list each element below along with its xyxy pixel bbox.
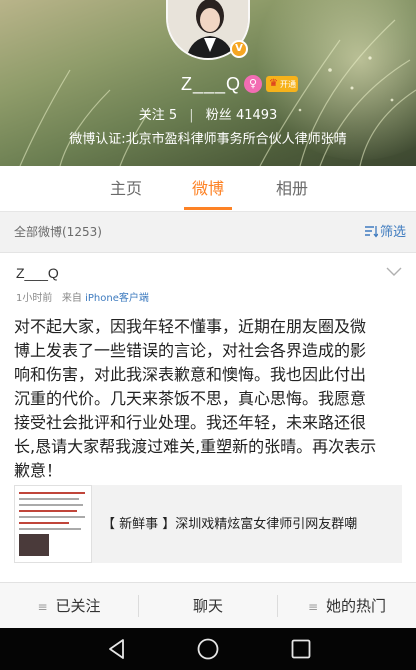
- bottom-action-bar: ≡ 已关注 聊天 ≡ 她的热门: [0, 582, 416, 628]
- fans-label: 粉丝: [205, 108, 232, 123]
- post-text-line: 长,恳请大家帮我渡过难关,重塑新的张晴。再次表示: [14, 437, 377, 456]
- post-card[interactable]: Z___Q 1小时前 来自 iPhone客户端 对不起大家，因我年轻不懂事，近期…: [0, 252, 416, 582]
- vip-badge-label: 开通: [280, 80, 296, 89]
- filter-button-label: 筛选: [379, 225, 406, 240]
- follow-count: 5: [168, 108, 178, 123]
- menu-icon: ≡: [37, 600, 48, 614]
- shared-link-card[interactable]: 【 新鲜事 】深圳戏精炫富女律师引网友群嘲: [14, 485, 402, 563]
- her-hot-button[interactable]: ≡ 她的热门: [278, 583, 416, 629]
- profile-stats: 关注 5 | 粉丝 41493: [0, 104, 416, 123]
- system-nav-bar: [0, 628, 416, 670]
- follow-label: 关注: [138, 108, 165, 123]
- weibo-profile-screen: V Z___Q ♀ ♛ 开通 关注 5 | 粉丝 41493 微博认证:北京市盈…: [0, 0, 416, 670]
- chat-button[interactable]: 聊天: [139, 583, 277, 629]
- menu-icon: ≡: [307, 600, 319, 614]
- post-text-line: 对不起大家，因我年轻不懂事，近期在朋友圈及微: [14, 317, 367, 336]
- post-text: 对不起大家，因我年轻不懂事，近期在朋友圈及微 博上发表了一些错误的言论，对社会各…: [14, 315, 408, 483]
- shared-link-title: 【 新鲜事 】深圳戏精炫富女律师引网友群嘲: [102, 517, 358, 532]
- verification-text: 微博认证:北京市盈科律师事务所合伙人律师张晴: [69, 132, 347, 147]
- stat-divider: |: [189, 108, 194, 123]
- crown-icon: ♛: [269, 78, 278, 89]
- profile-username: Z___Q: [181, 74, 242, 94]
- female-gender-icon: ♀: [244, 75, 262, 93]
- filter-bar: 全部微博(1253) 筛选: [0, 218, 416, 244]
- filter-button[interactable]: 筛选: [364, 221, 406, 240]
- all-weibo-count: 全部微博(1253): [14, 225, 102, 239]
- post-text-line: 接受社会批评和行业处理。我还年轻，未来路还很: [14, 413, 367, 432]
- profile-tabs: 主页 微博 相册: [0, 166, 416, 212]
- followed-button-label: 已关注: [55, 597, 101, 615]
- chevron-down-icon[interactable]: [386, 267, 402, 277]
- post-source-prefix: 来自: [61, 293, 82, 304]
- vip-badge[interactable]: ♛ 开通: [266, 76, 298, 92]
- followed-button[interactable]: ≡ 已关注: [0, 583, 138, 629]
- post-text-line: 歉意！: [14, 461, 63, 480]
- post-text-line: 沉重的代价。几天来茶饭不思，真心思悔。我愿意: [14, 389, 367, 408]
- filter-icon: [364, 226, 379, 238]
- post-source[interactable]: iPhone客户端: [85, 293, 149, 304]
- recent-apps-icon[interactable]: [290, 638, 312, 660]
- home-icon[interactable]: [197, 638, 219, 660]
- tab-home[interactable]: 主页: [96, 166, 156, 212]
- back-icon[interactable]: [106, 638, 128, 660]
- fans-count: 41493: [235, 108, 278, 123]
- tab-album[interactable]: 相册: [262, 166, 322, 212]
- her-hot-button-label: 她的热门: [326, 597, 387, 615]
- follow-stat[interactable]: 关注 5: [139, 104, 177, 123]
- post-author[interactable]: Z___Q: [16, 265, 59, 281]
- shared-link-thumbnail: [14, 485, 92, 563]
- tab-weibo[interactable]: 微博: [178, 166, 238, 212]
- post-meta: 1小时前 来自 iPhone客户端: [16, 289, 149, 304]
- post-time: 1小时前: [16, 293, 53, 304]
- post-text-line: 博上发表了一些错误的言论，对社会各界造成的影: [14, 341, 367, 360]
- post-text-line: 响和伤害，对此我深表歉意和懊悔。我也因此付出: [14, 365, 367, 384]
- fans-stat[interactable]: 粉丝 41493: [206, 104, 278, 123]
- profile-header: V Z___Q ♀ ♛ 开通 关注 5 | 粉丝 41493 微博认证:北京市盈…: [0, 0, 416, 166]
- verified-v-icon: V: [230, 40, 248, 58]
- active-tab-indicator: [184, 207, 232, 210]
